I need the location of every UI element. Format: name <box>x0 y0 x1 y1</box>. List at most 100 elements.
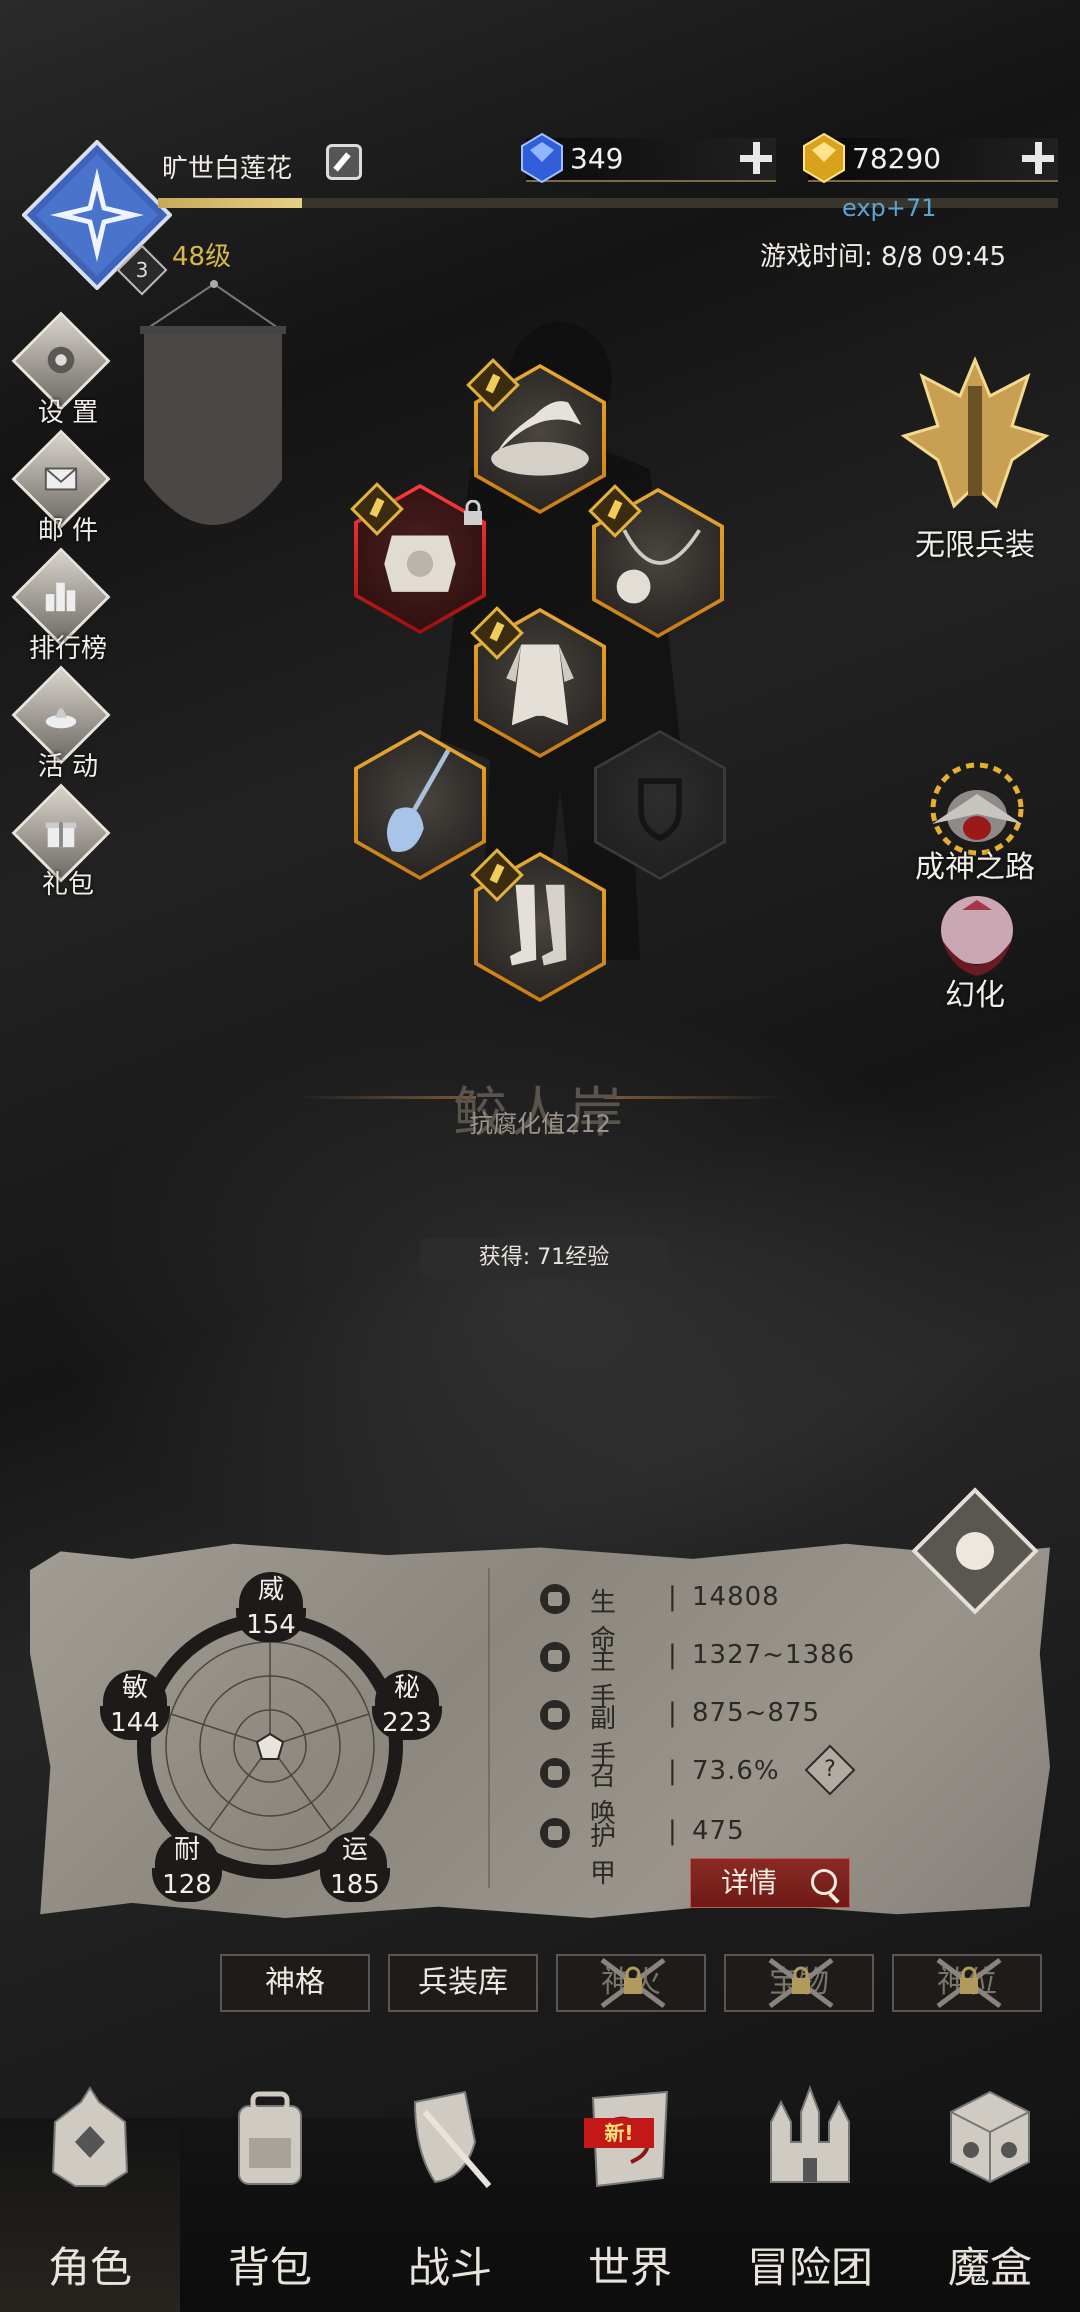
path-to-god-label[interactable]: 成神之路 <box>880 842 1070 886</box>
attribute-value: 185 <box>320 1868 390 1902</box>
tab-label: 神格 <box>265 1965 325 2000</box>
mail-icon <box>44 467 78 491</box>
magnifier-icon <box>811 1869 837 1895</box>
event-icon <box>45 708 77 729</box>
stat-value: 14808 <box>692 1582 780 1612</box>
stat-separator: | <box>668 1698 677 1728</box>
gear-icon <box>47 346 75 374</box>
gift-label: 礼包 <box>41 870 94 900</box>
attribute-min: 敏 144 <box>100 1670 170 1740</box>
corrosion-resistance: 抗腐化值212 <box>469 1110 611 1138</box>
locked-chain-icon <box>600 1957 666 2009</box>
stat-value: 475 <box>692 1816 745 1846</box>
stat-separator: | <box>668 1816 677 1846</box>
infinite-equip-icon[interactable] <box>900 356 1050 526</box>
attribute-name: 敏 <box>103 1670 167 1706</box>
nav-backpack[interactable]: 背包 <box>180 2091 360 2312</box>
event-label: 活 动 <box>37 752 99 782</box>
tab-armory[interactable]: 兵装库 <box>388 1954 538 2012</box>
nav-battle[interactable]: 战斗 <box>360 2090 540 2312</box>
new-badge: 新! <box>584 2118 654 2148</box>
attribute-name: 耐 <box>155 1832 219 1868</box>
edit-name-icon[interactable] <box>326 144 362 180</box>
armor-icon <box>540 1818 570 1848</box>
attribute-value: 128 <box>152 1868 222 1902</box>
guild-banner-icon[interactable] <box>140 280 286 542</box>
ranking-icon <box>45 582 76 612</box>
gem-currency: 349 <box>521 132 776 184</box>
attribute-nai: 耐 128 <box>152 1832 222 1902</box>
sword-icon <box>540 1642 570 1672</box>
player-name: 旷世白莲花 <box>162 154 293 184</box>
detail-button[interactable]: 详情 <box>690 1858 850 1908</box>
mail-label: 邮 件 <box>37 516 99 546</box>
tab-treasure[interactable]: 宝物 <box>724 1954 874 2012</box>
exp-gain-text: exp+71 <box>842 194 937 222</box>
tab-divine-rank[interactable]: 神位 <box>892 1954 1042 2012</box>
ranking-label: 排行榜 <box>28 634 107 664</box>
attribute-value: 144 <box>100 1706 170 1740</box>
bottom-nav: 角色 背包 战斗 世界 冒险团 魔盒 <box>0 2085 1080 2312</box>
tab-label: 兵装库 <box>418 1965 508 2000</box>
ranking-button[interactable]: 排行榜 <box>6 547 116 664</box>
shield-sword-icon <box>413 2090 492 2188</box>
backpack-icon <box>238 2091 302 2185</box>
locked-chain-icon <box>936 1957 1002 2009</box>
nav-magic-box[interactable]: 魔盒 <box>900 2090 1080 2312</box>
gift-icon <box>45 822 77 848</box>
gold-currency: 78290 <box>803 132 1058 184</box>
stat-separator: | <box>668 1756 677 1786</box>
staff-icon <box>386 742 454 852</box>
nav-adventure-team[interactable]: 冒险团 <box>720 2085 900 2312</box>
gold-gem-icon <box>803 132 845 184</box>
reward-toast: 获得: 71经验 <box>420 1238 668 1278</box>
offhand-icon <box>540 1700 570 1730</box>
attribute-yun: 运 185 <box>320 1832 390 1902</box>
gold-amount: 78290 <box>852 142 942 175</box>
stat-separator: | <box>668 1640 677 1670</box>
summon-icon <box>540 1758 570 1788</box>
attribute-name: 运 <box>323 1832 387 1868</box>
player-level: 48级 <box>172 242 232 272</box>
settings-label: 设 置 <box>37 398 99 428</box>
nav-label: 冒险团 <box>746 2243 873 2292</box>
tab-divine-fire[interactable]: 神火 <box>556 1954 706 2012</box>
castle-icon <box>770 2085 850 2183</box>
attribute-mi: 秘 223 <box>372 1670 442 1740</box>
stat-separator: | <box>668 1582 677 1612</box>
locked-chain-icon <box>768 1957 834 2009</box>
add-gems-button[interactable] <box>740 142 772 174</box>
nav-label: 战斗 <box>407 2243 492 2292</box>
add-gold-button[interactable] <box>1022 142 1054 174</box>
heart-icon <box>540 1584 570 1614</box>
nav-label: 角色 <box>47 2243 132 2292</box>
helmet-icon <box>51 2086 129 2187</box>
stat-value: 875~875 <box>692 1698 821 1728</box>
game-time: 游戏时间: 8/8 09:45 <box>760 242 1007 272</box>
stat-label: 护甲 <box>590 1822 617 1889</box>
settings-button[interactable]: 设 置 <box>6 311 116 428</box>
lock-icon <box>464 500 482 525</box>
attribute-value: 154 <box>236 1608 306 1642</box>
magic-cube-icon <box>950 2090 1030 2184</box>
gem-amount: 349 <box>570 142 624 175</box>
blue-gem-icon <box>521 132 563 184</box>
attribute-name: 威 <box>239 1572 303 1608</box>
attribute-wei: 威 154 <box>236 1572 306 1642</box>
gift-button[interactable]: 礼包 <box>6 783 116 900</box>
infinite-equip-label[interactable]: 无限兵装 <box>880 520 1070 564</box>
stat-value: 73.6% <box>692 1756 780 1786</box>
nav-label: 背包 <box>227 2243 312 2292</box>
nav-label: 魔盒 <box>947 2243 1032 2292</box>
nav-label: 世界 <box>587 2243 672 2292</box>
attribute-name: 秘 <box>375 1670 439 1706</box>
event-button[interactable]: 活 动 <box>6 665 116 782</box>
stat-value: 1327~1386 <box>692 1640 856 1670</box>
nav-character[interactable]: 角色 <box>0 2086 180 2312</box>
exp-bar-fill <box>158 198 302 208</box>
transform-label[interactable]: 幻化 <box>880 970 1070 1014</box>
mail-button[interactable]: 邮 件 <box>6 429 116 546</box>
tab-divinity[interactable]: 神格 <box>220 1954 370 2012</box>
help-icon: ? <box>824 1757 836 1782</box>
detail-button-label: 详情 <box>721 1866 778 1899</box>
